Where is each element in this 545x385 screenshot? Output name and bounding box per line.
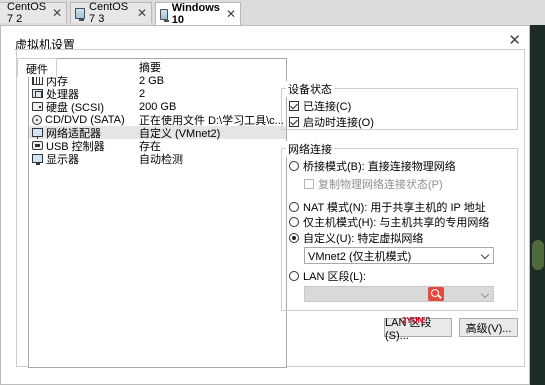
vm-icon <box>75 7 86 21</box>
bridged-label: 桥接模式(B): 直接连接物理网络 <box>303 161 456 173</box>
lan-segment-radio[interactable]: LAN 区段(L): <box>289 268 366 284</box>
custom-network-value: VMnet2 (仅主机模式) <box>308 250 412 263</box>
device-row-display[interactable]: 显示器 自动检测 <box>29 152 286 166</box>
replicate-state-checkbox[interactable]: 复制物理网络连接状态(P) <box>304 176 443 192</box>
network-adapter-icon <box>32 128 43 139</box>
checkbox-checked-icon[interactable] <box>289 117 299 127</box>
close-icon[interactable]: ✕ <box>46 6 62 20</box>
lan-segment-select[interactable] <box>304 286 494 302</box>
radio-off-icon[interactable] <box>289 161 299 171</box>
checkbox-checked-icon[interactable] <box>289 101 299 111</box>
vm-tab-windows10[interactable]: Windows 10 ✕ <box>155 2 241 26</box>
connect-at-power-on-label: 启动时连接(O) <box>303 117 374 129</box>
custom-network-select[interactable]: VMnet2 (仅主机模式) <box>304 247 494 264</box>
lan-segment-label: LAN 区段(L): <box>303 271 366 283</box>
nat-label: NAT 模式(N): 用于共享主机的 IP 地址 <box>303 202 486 214</box>
device-summary: 自动检测 <box>139 153 183 166</box>
vm-tab-strip: CentOS 7 2 ✕ CentOS 7 3 ✕ Windows 10 ✕ <box>0 0 545 26</box>
chevron-down-icon <box>480 250 490 260</box>
radio-off-icon[interactable] <box>289 271 299 281</box>
memory-icon <box>32 76 43 85</box>
watermark-text: 2YUN <box>402 316 424 325</box>
host-only-label: 仅主机模式(H): 与主机共享的专用网络 <box>303 217 490 229</box>
advanced-button[interactable]: 高级(V)... <box>459 318 518 337</box>
vm-tab-centos72[interactable]: CentOS 7 2 ✕ <box>0 1 67 25</box>
vm-tab-label: CentOS 7 2 <box>7 1 47 25</box>
close-icon[interactable]: ✕ <box>508 33 521 48</box>
device-summary: 2 <box>139 87 146 100</box>
custom-radio[interactable]: 自定义(U): 特定虚拟网络 <box>289 230 423 246</box>
connected-checkbox[interactable]: 已连接(C) <box>289 98 351 114</box>
close-icon[interactable]: ✕ <box>131 6 147 20</box>
background-strip <box>530 25 545 385</box>
hard-disk-icon <box>32 102 43 111</box>
checkbox-unchecked-icon[interactable] <box>304 179 314 189</box>
custom-label: 自定义(U): 特定虚拟网络 <box>303 233 424 245</box>
tab-hardware[interactable]: 硬件 <box>17 58 57 77</box>
leaf-decoration <box>532 240 544 270</box>
search-icon[interactable] <box>428 287 444 301</box>
radio-off-icon[interactable] <box>289 202 299 212</box>
network-connection-title: 网络连接 <box>286 141 334 157</box>
radio-on-icon[interactable] <box>289 233 299 243</box>
replicate-state-label: 复制物理网络连接状态(P) <box>318 179 443 191</box>
device-summary: 2 GB <box>139 74 165 87</box>
close-icon[interactable]: ✕ <box>220 7 236 21</box>
usb-icon <box>32 141 43 150</box>
nat-radio[interactable]: NAT 模式(N): 用于共享主机的 IP 地址 <box>289 199 486 215</box>
column-summary[interactable]: 摘要 <box>136 59 286 75</box>
host-only-radio[interactable]: 仅主机模式(H): 与主机共享的专用网络 <box>289 214 489 230</box>
device-list[interactable]: 设备 摘要 内存 2 GB 处理器 2 硬盘 (SCSI) 200 GB CD/… <box>28 58 287 368</box>
cpu-icon <box>32 89 43 98</box>
vm-tab-label: CentOS 7 3 <box>89 1 129 25</box>
connect-at-power-on-checkbox[interactable]: 启动时连接(O) <box>289 114 374 130</box>
cd-dvd-icon <box>32 114 42 125</box>
device-name: 显示器 <box>46 153 79 166</box>
radio-off-icon[interactable] <box>289 217 299 227</box>
bridged-radio[interactable]: 桥接模式(B): 直接连接物理网络 <box>289 158 456 174</box>
chevron-down-icon <box>480 289 490 299</box>
device-name: 硬盘 (SCSI) <box>46 101 105 114</box>
connected-label: 已连接(C) <box>303 101 352 113</box>
device-status-title: 设备状态 <box>286 81 334 97</box>
vm-tab-label: Windows 10 <box>171 2 220 26</box>
vm-tab-centos73[interactable]: CentOS 7 3 ✕ <box>70 1 152 25</box>
display-icon <box>32 154 43 165</box>
vm-icon <box>160 8 169 22</box>
